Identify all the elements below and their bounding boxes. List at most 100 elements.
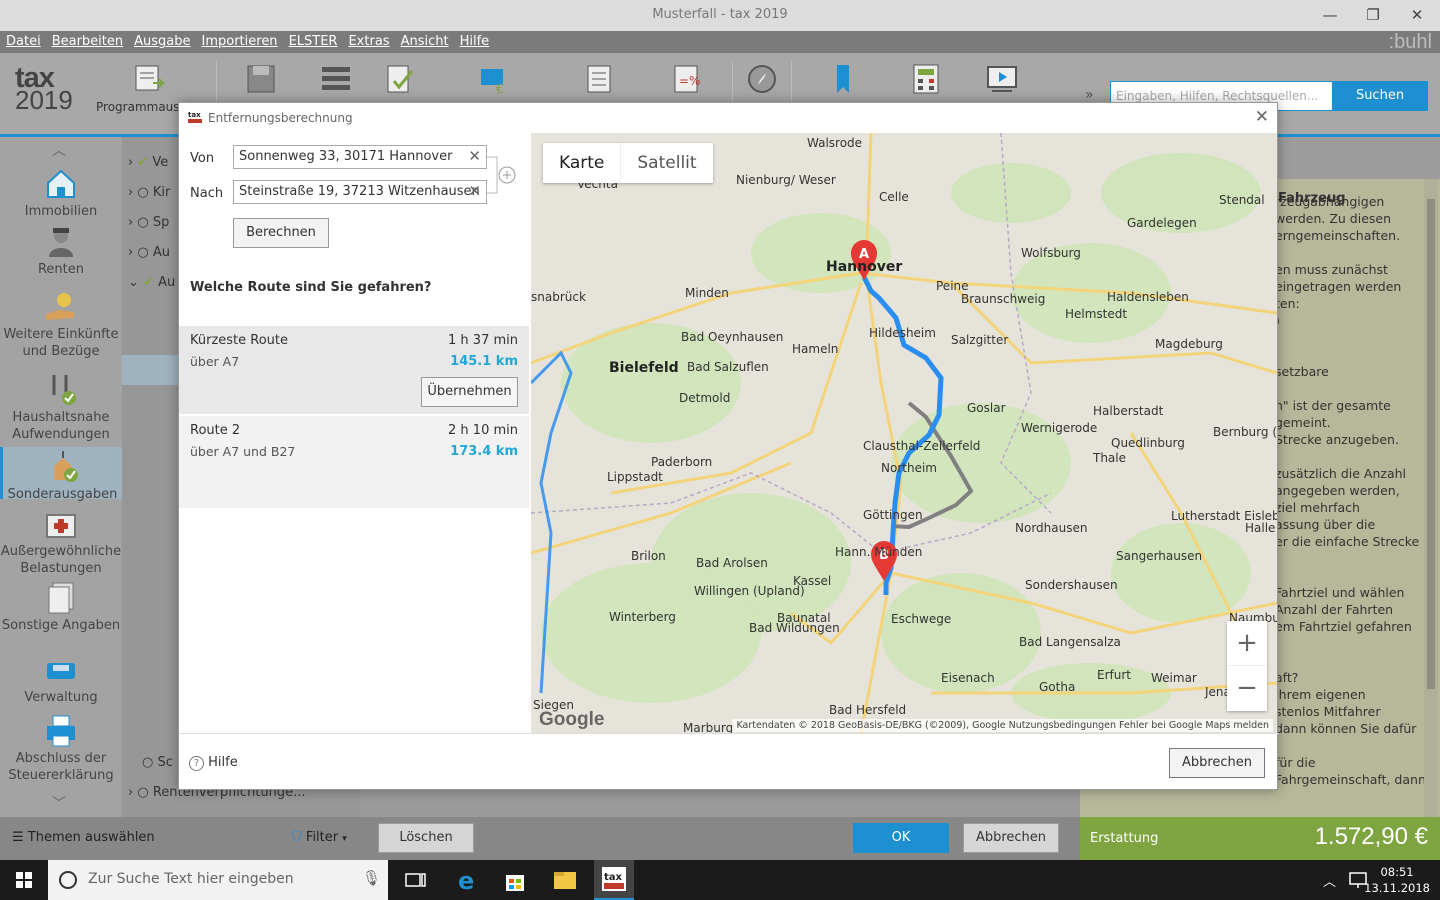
sidebar-item-sonderausgaben[interactable]: Sonderausgaben: [0, 447, 122, 502]
map-attribution[interactable]: Kartendaten © 2018 GeoBasis-DE/BKG (©200…: [732, 719, 1273, 732]
video-icon[interactable]: [986, 63, 1018, 95]
menu-bearbeiten[interactable]: Bearbeiten: [52, 34, 123, 49]
menu-ausgabe[interactable]: Ausgabe: [134, 34, 190, 49]
sidebar-item-haushaltsnahe[interactable]: Haushaltsnahe Aufwendungen: [0, 373, 122, 443]
toolbar-more-chevron[interactable]: »: [1085, 87, 1094, 103]
sidebar-item-renten[interactable]: Renten: [0, 225, 122, 278]
dialog-title-bar: tax Entfernungsberechnung ✕: [179, 103, 1279, 133]
nach-value: Steinstraße 19, 37213 Witzenhausen: [239, 184, 480, 199]
store-icon[interactable]: [504, 868, 526, 892]
menu-extras[interactable]: Extras: [348, 34, 389, 49]
von-value: Sonnenweg 33, 30171 Hannover: [239, 149, 453, 164]
file-explorer-icon[interactable]: [553, 869, 577, 891]
city-label: Eisenach: [941, 671, 995, 685]
tree-item[interactable]: › ○ Kir: [128, 185, 170, 200]
bookmark-icon[interactable]: [827, 63, 859, 95]
help-text-line: stenlos Mitfahrer: [1275, 704, 1381, 719]
menu-datei[interactable]: Datei: [6, 34, 41, 49]
search-button[interactable]: Suchen: [1332, 81, 1428, 111]
dialog-title: Entfernungsberechnung: [208, 111, 353, 125]
sidebar-scroll-up-icon[interactable]: ︿: [52, 140, 66, 160]
route-option-shortest[interactable]: Kürzeste Route über A7 1 h 37 min 145.1 …: [179, 326, 529, 414]
windows-start-icon[interactable]: [16, 872, 32, 888]
system-clock[interactable]: 08:51 13.11.2018: [1364, 864, 1430, 896]
map-type-karte[interactable]: Karte: [543, 143, 620, 183]
sidebar-item-aussergewoehnliche[interactable]: Außergewöhnliche Belastungen: [0, 507, 122, 577]
nach-input[interactable]: Steinstraße 19, 37213 Witzenhausen ✕: [233, 180, 487, 204]
sidebar-scroll-down-icon[interactable]: ﹀: [52, 793, 66, 813]
von-input[interactable]: Sonnenweg 33, 30171 Hannover ✕: [233, 145, 487, 169]
clear-von-icon[interactable]: ✕: [468, 147, 481, 165]
route-option-2[interactable]: Route 2 über A7 und B27 2 h 10 min 173.4…: [179, 416, 529, 508]
sidebar-item-immobilien[interactable]: Immobilien: [0, 167, 122, 220]
maximize-button[interactable]: ❐: [1358, 4, 1388, 26]
help-text-line: [1275, 244, 1440, 261]
add-waypoint-icon[interactable]: [487, 155, 517, 195]
list-icon[interactable]: [320, 63, 352, 95]
help-link[interactable]: ? Hilfe: [189, 755, 238, 771]
city-label: Minden: [685, 286, 729, 300]
check-document-icon[interactable]: [384, 63, 416, 95]
list-icon: ☰: [12, 830, 24, 845]
menu-importieren[interactable]: Importieren: [202, 34, 278, 49]
close-window-button[interactable]: ✕: [1402, 4, 1432, 26]
sidebar-label: Abschluss der Steuererklärung: [8, 751, 114, 783]
city-label: Bernburg (Saale): [1213, 425, 1277, 439]
dialog-close-icon[interactable]: ✕: [1255, 107, 1269, 127]
filter-button[interactable]: ⛉ Filter ▾: [292, 830, 347, 845]
save-icon[interactable]: [245, 63, 277, 95]
help-text-line: gemeint.: [1275, 415, 1331, 430]
city-label: Stendal: [1219, 193, 1265, 207]
taxapp-taskbar-button[interactable]: tax: [594, 860, 634, 900]
delete-button[interactable]: Löschen: [378, 823, 474, 853]
microphone-icon[interactable]: 🎙: [362, 869, 381, 887]
city-label: Erfurt: [1097, 668, 1131, 682]
menu-hilfe[interactable]: Hilfe: [460, 34, 490, 49]
task-view-icon[interactable]: [405, 871, 427, 889]
sidebar-item-abschluss[interactable]: Abschluss der Steuererklärung: [0, 714, 122, 784]
zoom-in-button[interactable]: +: [1227, 621, 1267, 666]
compass-icon[interactable]: [746, 63, 778, 95]
route-map[interactable]: A B Walsrode Vechta Nienburg/ Weser Celle St…: [531, 133, 1277, 733]
city-label: Nordhausen: [1015, 521, 1088, 535]
sidebar-label: Immobilien: [24, 204, 98, 219]
map-type-satellit[interactable]: Satellit: [620, 143, 712, 183]
sidebar-item-verwaltung[interactable]: Verwaltung: [0, 653, 122, 706]
program-icon[interactable]: [133, 63, 165, 95]
taskbar-search-input[interactable]: Zur Suche Text hier eingeben 🎙: [48, 860, 388, 900]
form-icon[interactable]: [583, 63, 615, 95]
edge-icon[interactable]: e: [456, 868, 480, 892]
tree-item[interactable]: › ○ Sp: [128, 215, 169, 230]
zoom-out-button[interactable]: −: [1227, 666, 1267, 711]
help-text-line: ziel mehrfach: [1275, 500, 1360, 515]
tree-item[interactable]: › ✔ Ve: [128, 155, 168, 170]
percent-icon[interactable]: =%: [670, 63, 702, 95]
tree-item[interactable]: › ○ Au: [128, 245, 170, 260]
elster-upload-icon[interactable]: €: [478, 63, 510, 95]
menu-elster[interactable]: ELSTER: [289, 34, 338, 49]
minimize-button[interactable]: —: [1315, 4, 1345, 26]
tree-item[interactable]: ⌄ ✔ Au: [128, 275, 175, 290]
help-scrollbar-thumb[interactable]: [1427, 199, 1435, 689]
tree-item[interactable]: ○ Sc: [142, 755, 173, 770]
buhl-brand: :buhl: [1388, 31, 1432, 53]
clear-nach-icon[interactable]: ✕: [468, 182, 481, 200]
ok-button[interactable]: OK: [853, 823, 949, 853]
city-label: Wolfsburg: [1021, 246, 1081, 260]
sidebar-item-weitere-einkuenfte[interactable]: Weitere Einkünfte und Bezüge: [0, 290, 122, 360]
calculator-icon[interactable]: [910, 63, 942, 95]
uebernehmen-button[interactable]: Übernehmen: [421, 377, 518, 407]
dialog-cancel-button[interactable]: Abbrechen: [1169, 748, 1265, 778]
berechnen-button[interactable]: Berechnen: [233, 218, 329, 248]
tray-chevron-icon[interactable]: ︿: [1323, 871, 1336, 890]
help-scrollbar[interactable]: [1424, 179, 1438, 819]
nach-label: Nach: [190, 186, 224, 201]
route-via: über A7: [190, 354, 240, 369]
city-label: Wernigerode: [1021, 421, 1098, 435]
sidebar-item-sonstige[interactable]: Sonstige Angaben: [0, 581, 122, 634]
tax-logo: tax 2019: [15, 64, 73, 114]
menu-ansicht[interactable]: Ansicht: [401, 34, 449, 49]
help-text-line: ): [1275, 312, 1440, 329]
cancel-main-button[interactable]: Abbrechen: [963, 823, 1059, 853]
themen-button[interactable]: ☰ Themen auswählen: [12, 830, 155, 845]
